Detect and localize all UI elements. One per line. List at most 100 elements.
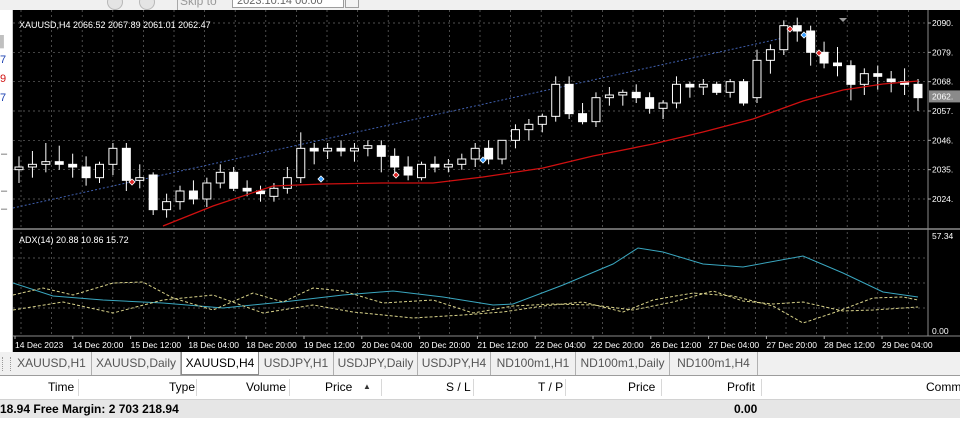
candle-body bbox=[229, 171, 239, 189]
tab-usdjpy-h4[interactable]: USDJPY,H4 bbox=[418, 352, 491, 375]
candle-body bbox=[296, 147, 306, 179]
candle-body bbox=[162, 201, 172, 211]
candle-body bbox=[470, 147, 480, 160]
buy-arrow-icon bbox=[317, 175, 325, 183]
tab-nd100m1-h1[interactable]: ND100m1,H1 bbox=[491, 352, 576, 375]
time-label: 28 Dec 12:00 bbox=[824, 340, 875, 350]
panel-dash: – bbox=[1, 148, 8, 160]
chart-tabs: XAUUSD,H1 XAUUSD,Daily XAUUSD,H4 USDJPY,… bbox=[0, 352, 960, 376]
col-time[interactable]: Time bbox=[48, 376, 74, 399]
forward-icon[interactable] bbox=[139, 0, 155, 10]
symbol-info: XAUUSD,H4 2066.52 2067.89 2061.01 2062.4… bbox=[19, 20, 211, 30]
candle-body bbox=[765, 49, 775, 61]
candle-body bbox=[188, 190, 198, 200]
toolbar-separator bbox=[177, 0, 178, 10]
indicator-min-label: 0.00 bbox=[932, 326, 949, 336]
candle-body bbox=[792, 25, 802, 32]
table-body bbox=[0, 418, 960, 426]
time-label: 14 Dec 2023 bbox=[15, 340, 63, 350]
candle-body bbox=[645, 97, 655, 109]
time-label: 27 Dec 04:00 bbox=[709, 340, 760, 350]
candle-body bbox=[215, 171, 225, 184]
candle-body bbox=[604, 94, 614, 99]
candle-body bbox=[685, 83, 695, 88]
navigator-panel-edge: ▌ 7 9 7 – – – bbox=[0, 10, 13, 352]
candle-body bbox=[403, 166, 413, 176]
column-divider bbox=[289, 379, 290, 396]
col-type[interactable]: Type bbox=[169, 376, 195, 399]
col-volume[interactable]: Volume bbox=[246, 376, 286, 399]
play-icon[interactable] bbox=[107, 0, 123, 10]
candle-body bbox=[68, 163, 78, 168]
time-label: 20 Dec 04:00 bbox=[362, 340, 413, 350]
candle-body bbox=[336, 147, 346, 152]
candle-body bbox=[698, 83, 708, 88]
time-label: 18 Dec 20:00 bbox=[246, 340, 297, 350]
col-profit[interactable]: Profit bbox=[727, 376, 755, 399]
candle-body bbox=[95, 163, 105, 179]
column-divider bbox=[761, 379, 762, 396]
candle-body bbox=[202, 182, 212, 200]
col-commission[interactable]: Comm bbox=[926, 376, 960, 399]
candle-body bbox=[27, 163, 37, 168]
tab-usdjpy-daily[interactable]: USDJPY,Daily bbox=[334, 352, 418, 375]
price-chart[interactable]: 2090. 2079. 2068. 2057. 2046. 2035. 2024. 2062.… bbox=[12, 10, 960, 352]
tab-xauusd-daily[interactable]: XAUUSD,Daily bbox=[92, 352, 181, 375]
price-label: 2090. bbox=[932, 18, 953, 28]
candle-body bbox=[859, 73, 869, 85]
panel-fragment: 9 bbox=[0, 73, 7, 85]
calendar-dropdown-button[interactable] bbox=[345, 0, 359, 8]
candle-body bbox=[135, 177, 145, 181]
candle-body bbox=[497, 139, 507, 160]
column-divider bbox=[196, 379, 197, 396]
tab-usdjpy-h1[interactable]: USDJPY,H1 bbox=[259, 352, 334, 375]
toolbar: Skip to 2023.10.14 00:00 bbox=[0, 0, 960, 10]
candle-body bbox=[846, 65, 856, 85]
chart-window[interactable]: 2090. 2079. 2068. 2057. 2046. 2035. 2024. 2062.… bbox=[12, 10, 960, 352]
candle-body bbox=[725, 81, 735, 93]
skip-to-date-field[interactable]: 2023.10.14 00:00 bbox=[232, 0, 344, 8]
time-label: 27 Dec 20:00 bbox=[766, 340, 817, 350]
tab-xauusd-h4[interactable]: XAUUSD,H4 bbox=[181, 352, 259, 375]
candle-body bbox=[712, 83, 722, 93]
time-label: 14 Dec 20:00 bbox=[73, 340, 124, 350]
col-current-price[interactable]: Price bbox=[628, 376, 655, 399]
skip-to-label: Skip to bbox=[180, 0, 217, 8]
candle-body bbox=[832, 62, 842, 67]
candle-body bbox=[14, 166, 24, 171]
tab-xauusd-h1[interactable]: XAUUSD,H1 bbox=[12, 352, 92, 375]
column-divider bbox=[473, 379, 474, 396]
time-label: 22 Dec 20:00 bbox=[593, 340, 644, 350]
price-label: 2024. bbox=[932, 194, 953, 204]
candle-body bbox=[269, 187, 279, 197]
panel-dash: – bbox=[1, 203, 8, 215]
col-price[interactable]: Price bbox=[325, 376, 352, 399]
time-label: 22 Dec 04:00 bbox=[535, 340, 586, 350]
candle-body bbox=[658, 102, 668, 109]
tab-nd100m1-h4[interactable]: ND100m1,H4 bbox=[670, 352, 758, 375]
candle-body bbox=[323, 147, 333, 152]
candle-body bbox=[430, 163, 440, 168]
candle-body bbox=[484, 147, 494, 160]
tab-scroll-handle[interactable] bbox=[2, 357, 11, 371]
tab-nd100m1-daily[interactable]: ND100m1,Daily bbox=[576, 352, 670, 375]
panel-dash: – bbox=[1, 185, 8, 197]
price-label: 2079. bbox=[932, 47, 953, 57]
shift-marker-icon bbox=[839, 18, 847, 22]
candle-body bbox=[886, 78, 896, 83]
col-take-profit[interactable]: T / P bbox=[538, 376, 563, 399]
candle-body bbox=[779, 25, 789, 51]
candle-body bbox=[81, 166, 91, 179]
candle-body bbox=[578, 113, 588, 123]
time-label: 19 Dec 12:00 bbox=[304, 340, 355, 350]
col-stop-loss[interactable]: S / L bbox=[446, 376, 471, 399]
balance-summary-row[interactable]: 18.94 Free Margin: 2 703 218.94 0.00 bbox=[0, 400, 960, 418]
candle-body bbox=[510, 129, 520, 141]
free-margin-text: 18.94 Free Margin: 2 703 218.94 bbox=[0, 402, 179, 416]
candle-body bbox=[41, 161, 51, 165]
sort-ascending-icon: ▲ bbox=[363, 382, 371, 391]
sell-arrow-icon bbox=[392, 171, 400, 179]
time-label: 26 Dec 12:00 bbox=[651, 340, 702, 350]
candle-body bbox=[282, 177, 292, 189]
candle-body bbox=[752, 59, 762, 99]
